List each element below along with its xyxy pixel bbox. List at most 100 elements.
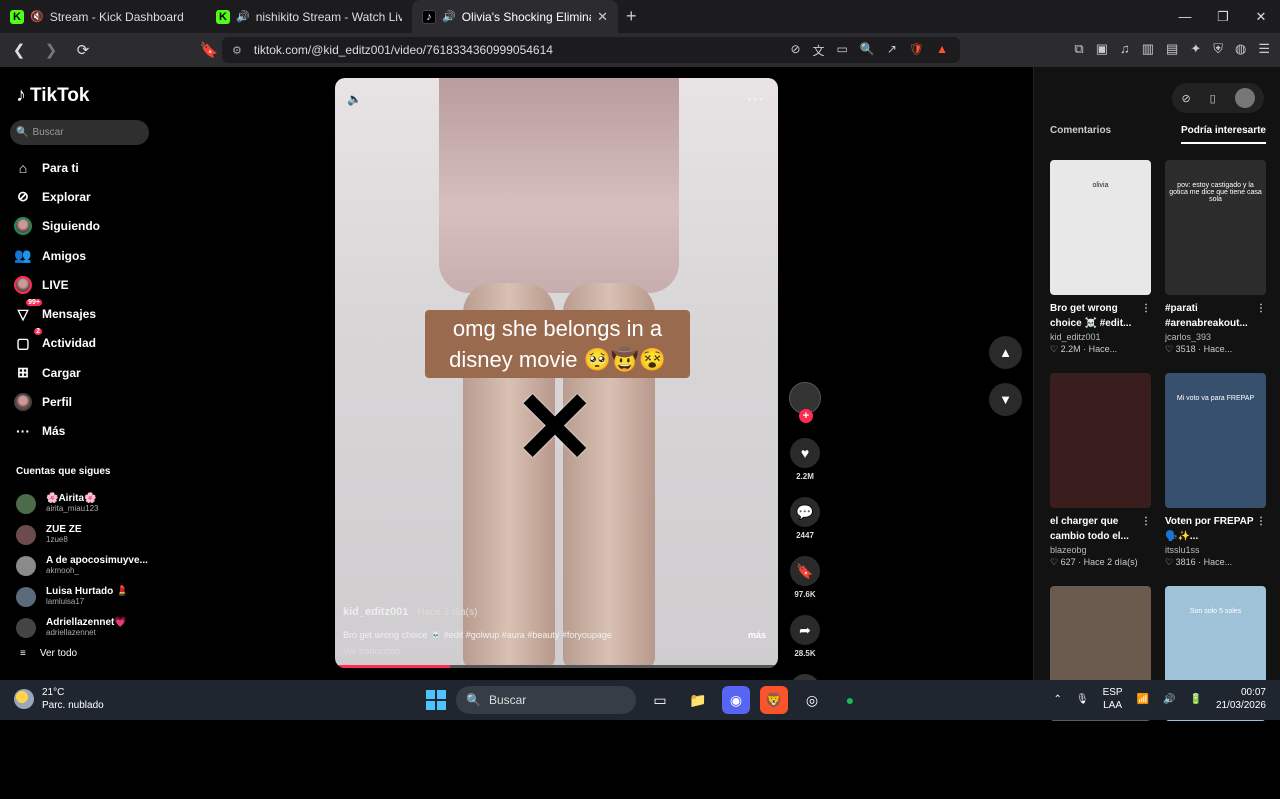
minimize-icon[interactable]: — — [1166, 0, 1204, 33]
suggested-video-card[interactable]: olivia Bro get wrong choice ☠️ #edit... ⋮ k… — [1050, 160, 1151, 373]
extensions-icon[interactable]: ⧉ — [1074, 41, 1083, 57]
windows-start-icon[interactable] — [426, 690, 446, 710]
sidebar-icon[interactable]: ▥ — [1142, 41, 1154, 57]
more-options-icon[interactable]: ⋮ — [1256, 301, 1266, 316]
reload-icon[interactable]: ⟳ — [70, 41, 96, 59]
next-video-button[interactable]: ▼ — [989, 383, 1022, 416]
nav-item-upload[interactable]: ⊞ Cargar — [14, 358, 100, 387]
suggested-video-card[interactable]: el charger que cambio todo el... ⋮ blazeob… — [1050, 373, 1151, 586]
following-account[interactable]: A de apocosimuyve... akmooh_ — [16, 550, 148, 581]
microphone-icon[interactable]: 🎙 — [1076, 694, 1089, 705]
video-thumbnail[interactable]: olivia — [1050, 160, 1151, 295]
video-thumbnail[interactable]: Mi voto va para FREPAP — [1165, 373, 1266, 508]
task-view-icon[interactable]: ▭ — [646, 686, 674, 714]
nav-item-profile[interactable]: Perfil — [14, 387, 100, 416]
zoom-icon[interactable]: 🔍 — [860, 42, 875, 59]
creator-avatar[interactable]: + — [789, 382, 821, 423]
browser-tab[interactable]: K 🔊 nishikito Stream - Watch Live on Kic… — [206, 0, 412, 33]
share-icon[interactable]: ↗ — [887, 42, 897, 59]
site-info-icon[interactable]: ⚙ — [232, 44, 242, 57]
brave-rewards-icon[interactable]: ▲ — [936, 42, 948, 59]
back-icon[interactable]: ❮ — [6, 41, 32, 59]
following-account[interactable]: 🌸Airita🌸 airita_miau123 — [16, 488, 148, 519]
file-explorer-icon[interactable]: 📁 — [684, 686, 712, 714]
nav-item-following[interactable]: Siguiendo — [14, 212, 100, 241]
audio-icon[interactable]: 🔊 — [236, 10, 250, 23]
nav-item-messages[interactable]: ▽ 99+ Mensajes — [14, 299, 100, 328]
bookmark-icon[interactable]: 🔖 — [196, 41, 222, 59]
follow-plus-icon[interactable]: + — [799, 409, 813, 423]
audio-icon[interactable]: 🔊 — [442, 10, 456, 23]
nav-item-explore[interactable]: ⊘ Explorar — [14, 182, 100, 211]
nav-item-activity[interactable]: ▢ 2 Actividad — [14, 328, 100, 358]
search-input[interactable]: 🔍 Buscar — [10, 120, 149, 145]
card-username[interactable]: jcarlos_393 — [1165, 332, 1266, 342]
nav-item-more[interactable]: ··· Más — [14, 417, 100, 446]
following-account[interactable]: Luisa Hurtado 💄 lamluisa17 — [16, 581, 148, 612]
maximize-icon[interactable]: ❐ — [1204, 0, 1242, 33]
comment-button[interactable]: 💬 — [790, 497, 820, 527]
translate-link[interactable]: Ver traducción — [343, 646, 401, 656]
volume-icon[interactable]: 🔊 — [1163, 694, 1175, 705]
nav-item-live[interactable]: LIVE — [14, 270, 100, 299]
battery-icon[interactable]: 🔋 — [1189, 694, 1201, 705]
taskbar-search[interactable]: 🔍 Buscar — [456, 686, 636, 714]
nav-item-friends[interactable]: 👥 Amigos — [14, 241, 100, 270]
weather-widget[interactable]: 21°C Parc. nublado — [14, 686, 104, 712]
profile-icon[interactable]: ◍ — [1235, 41, 1246, 57]
more-options-icon[interactable]: ··· — [747, 90, 764, 106]
wallet-icon[interactable]: ▤ — [1166, 41, 1178, 57]
tab-suggested[interactable]: Podría interesarte — [1180, 125, 1266, 144]
following-account[interactable]: Adriellazennet💗 adriellazennet — [16, 612, 148, 643]
video-progress-bar[interactable] — [335, 665, 778, 668]
address-bar[interactable]: ⚙ tiktok.com/@kid_editz001/video/7618334… — [222, 37, 960, 63]
clock[interactable]: 00:07 21/03/2026 — [1216, 686, 1266, 712]
new-tab-button[interactable]: + — [626, 6, 637, 27]
suggested-video-card[interactable]: pov: estoy castigado y la gotica me dice… — [1165, 160, 1266, 373]
spotify-icon[interactable]: ● — [836, 686, 864, 714]
discord-icon[interactable]: ◉ — [722, 686, 750, 714]
screenshot-icon[interactable]: ▣ — [1096, 41, 1108, 57]
see-all-link[interactable]: ≡ Ver todo — [20, 648, 77, 659]
save-button[interactable]: 🔖 — [790, 556, 820, 586]
suggested-video-card[interactable]: Mi voto va para FREPAP Voten por FREPAP 🗣… — [1165, 373, 1266, 586]
share-button[interactable]: ➦ — [790, 615, 820, 645]
compass-icon[interactable]: ⊘ — [1181, 92, 1190, 105]
video-thumbnail[interactable] — [1050, 373, 1151, 508]
volume-icon[interactable]: 🔈 — [347, 92, 362, 106]
following-account[interactable]: ZUE ZE 1zue8 — [16, 519, 148, 550]
forward-icon[interactable]: ❯ — [38, 41, 64, 59]
close-tab-icon[interactable]: ✕ — [597, 9, 608, 25]
video-thumbnail[interactable]: pov: estoy castigado y la gotica me dice… — [1165, 160, 1266, 295]
browser-tab[interactable]: K 🔇 Stream - Kick Dashboard — [0, 0, 206, 33]
leo-ai-icon[interactable]: ✦ — [1190, 41, 1201, 57]
brave-browser-icon[interactable]: 🦁 — [760, 686, 788, 714]
wifi-icon[interactable]: 📶 — [1137, 694, 1149, 705]
device-icon[interactable]: ▯ — [1210, 92, 1216, 105]
tiktok-logo[interactable]: ♪ TikTok — [16, 84, 89, 107]
user-avatar[interactable] — [1234, 88, 1255, 108]
cast-off-icon[interactable]: ⊘ — [790, 42, 800, 59]
obs-icon[interactable]: ◎ — [798, 686, 826, 714]
like-button[interactable]: ♥ — [790, 438, 820, 468]
media-icon[interactable]: ♫ — [1120, 41, 1130, 57]
card-username[interactable]: kid_editz001 — [1050, 332, 1151, 342]
tray-overflow-icon[interactable]: ⌃ — [1053, 694, 1061, 705]
browser-tab-active[interactable]: ♪ 🔊 Olivia's Shocking Elimination ✕ — [412, 0, 618, 33]
vpn-icon[interactable]: ⛨ — [1213, 41, 1223, 57]
more-options-icon[interactable]: ⋮ — [1141, 514, 1151, 529]
translate-icon[interactable]: 文 — [813, 42, 825, 59]
more-options-icon[interactable]: ⋮ — [1141, 301, 1151, 316]
install-icon[interactable]: ▭ — [837, 42, 848, 59]
close-window-icon[interactable]: ✕ — [1242, 0, 1280, 33]
previous-video-button[interactable]: ▲ — [989, 336, 1022, 369]
card-username[interactable]: itsslu1ss — [1165, 545, 1266, 555]
nav-item-for-you[interactable]: ⌂ Para ti — [14, 153, 100, 182]
language-indicator[interactable]: ESP LAA — [1103, 686, 1123, 712]
more-options-icon[interactable]: ⋮ — [1256, 514, 1266, 529]
tab-comments[interactable]: Comentarios — [1050, 125, 1111, 144]
more-link[interactable]: más — [748, 630, 766, 640]
menu-icon[interactable]: ☰ — [1258, 41, 1270, 57]
brave-shield-icon[interactable]: 🛡 — [909, 42, 924, 59]
video-username[interactable]: kid_editz001 — [343, 606, 408, 618]
